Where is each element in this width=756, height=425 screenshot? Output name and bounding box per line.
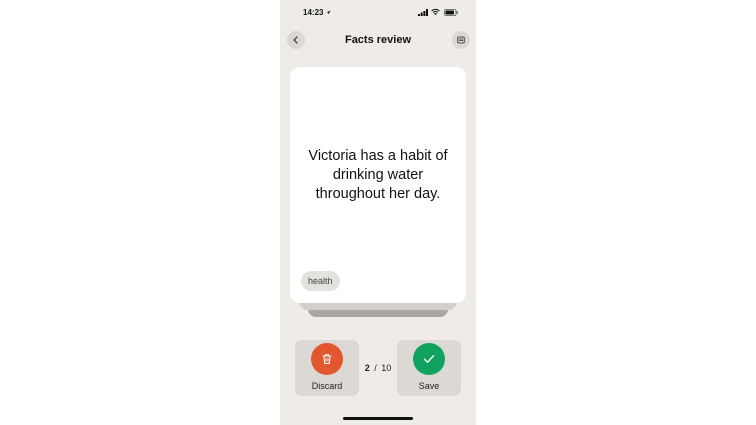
save-label: Save: [418, 381, 440, 391]
status-bar: 14:23: [280, 0, 476, 26]
wifi-icon: [431, 8, 440, 16]
location-arrow-icon: [326, 10, 331, 15]
progress-separator: /: [374, 363, 377, 373]
discard-label: Discard: [311, 381, 343, 391]
discard-button[interactable]: Discard: [295, 340, 359, 396]
list-icon: [457, 36, 465, 44]
battery-icon: [444, 9, 458, 16]
trash-icon: [322, 354, 332, 365]
tag-chip: health: [301, 271, 340, 291]
discard-circle: [311, 343, 343, 375]
save-circle: [413, 343, 445, 375]
cellular-signal-icon: [418, 9, 428, 16]
fact-text: Victoria has a habit of drinking water t…: [308, 148, 448, 202]
fact-card[interactable]: Victoria has a habit of drinking water t…: [290, 67, 466, 303]
save-button[interactable]: Save: [397, 340, 461, 396]
phone-screen: 14:23 Facts review Victoria has a habit …: [280, 0, 476, 425]
progress-counter: 2 / 10: [361, 363, 395, 373]
menu-button[interactable]: [452, 31, 470, 49]
progress-current: 2: [364, 363, 370, 373]
status-time: 14:23: [303, 8, 324, 17]
page-title: Facts review: [344, 34, 412, 46]
checkmark-icon: [423, 355, 435, 363]
progress-total: 10: [381, 363, 392, 373]
home-indicator: [343, 417, 413, 420]
